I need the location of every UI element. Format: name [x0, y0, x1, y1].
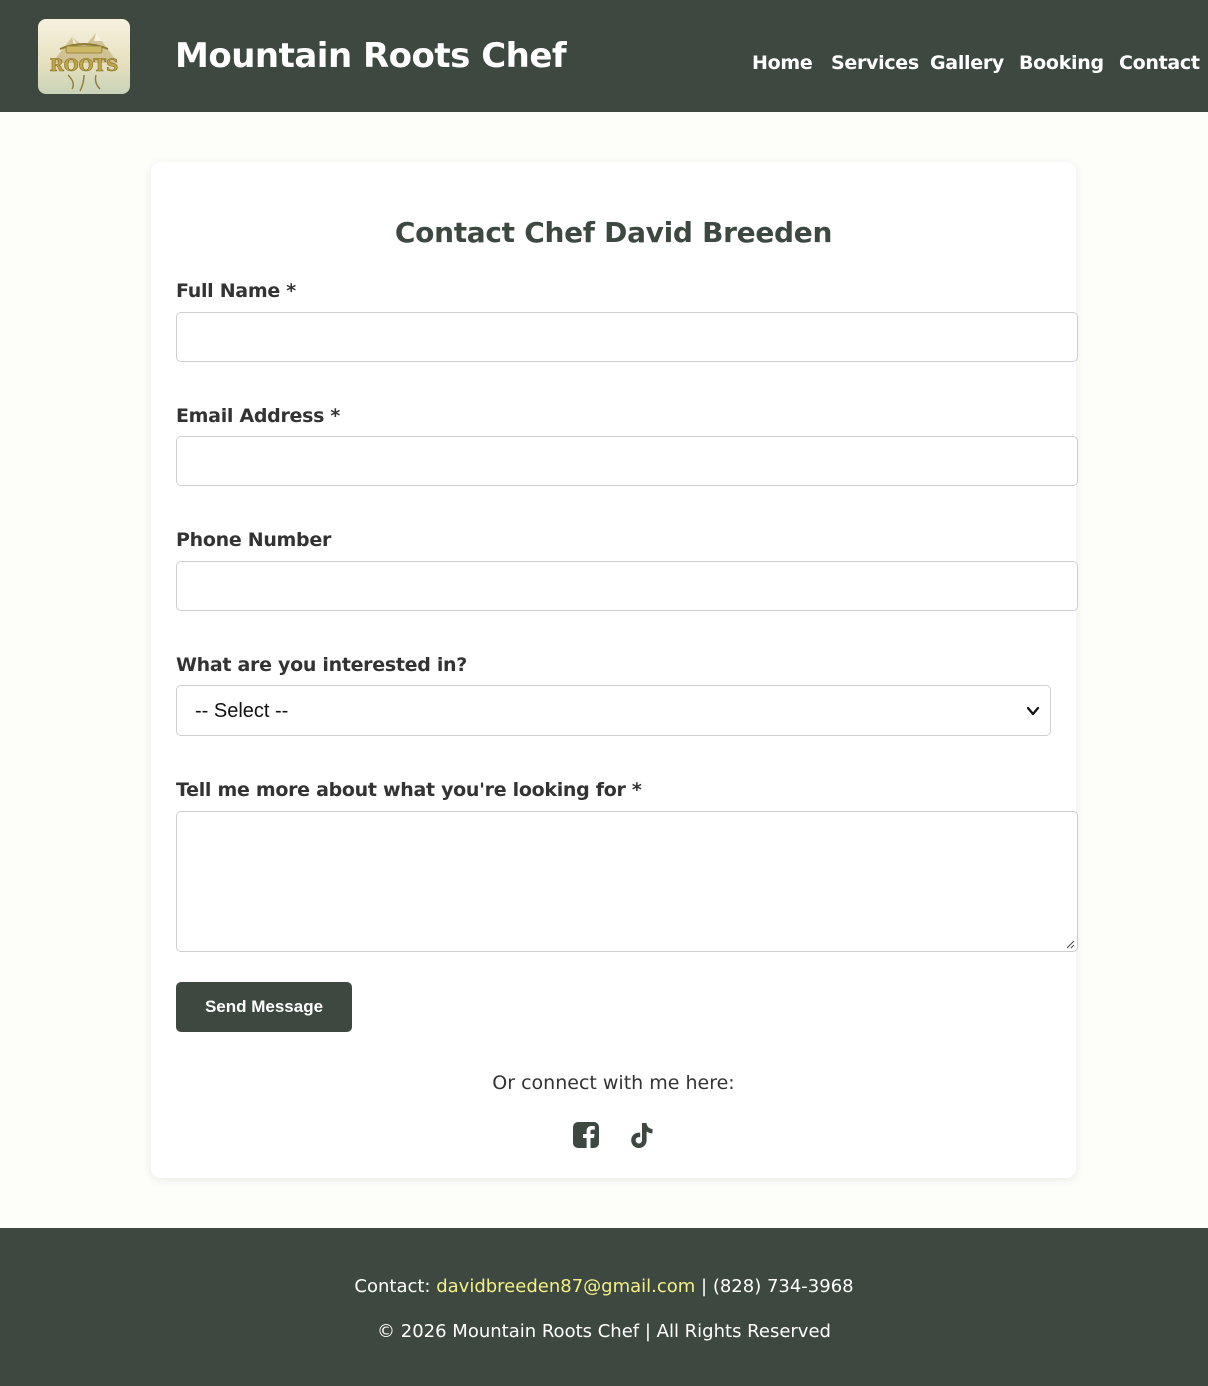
facebook-icon[interactable]	[572, 1120, 600, 1150]
contact-card: Contact Chef David Breeden Full Name * E…	[151, 162, 1078, 1178]
footer-copyright: © 2026 Mountain Roots Chef | All Rights …	[377, 1321, 831, 1342]
logo-text: ROOTS	[50, 56, 119, 76]
nav-gallery[interactable]: Gallery	[930, 52, 1004, 74]
connect-text: Or connect with me here:	[492, 1072, 735, 1094]
phone-label: Phone Number	[176, 529, 332, 551]
site-header: ROOTS Mountain Roots Chef Home Services …	[0, 0, 1208, 112]
email-input[interactable]	[176, 436, 1078, 486]
tiktok-icon[interactable]	[627, 1120, 655, 1150]
footer-email-link[interactable]: davidbreeden87@gmail.com	[436, 1276, 695, 1297]
full-name-input[interactable]	[176, 312, 1078, 362]
logo[interactable]: ROOTS	[38, 19, 130, 94]
interest-label: What are you interested in?	[176, 654, 467, 676]
message-textarea[interactable]	[176, 811, 1078, 952]
full-name-label: Full Name *	[176, 280, 296, 302]
footer-phone: | (828) 734-3968	[695, 1276, 854, 1297]
site-footer: Contact: davidbreeden87@gmail.com | (828…	[0, 1228, 1208, 1386]
resize-handle-icon[interactable]	[1065, 939, 1075, 949]
site-title[interactable]: Mountain Roots Chef	[175, 36, 567, 76]
chevron-down-icon	[1026, 706, 1040, 716]
message-label: Tell me more about what you're looking f…	[176, 779, 642, 801]
phone-input[interactable]	[176, 561, 1078, 611]
nav-booking[interactable]: Booking	[1019, 52, 1104, 74]
nav-services[interactable]: Services	[831, 52, 919, 74]
logo-image: ROOTS	[49, 33, 119, 92]
email-label: Email Address *	[176, 405, 341, 427]
send-message-button[interactable]: Send Message	[176, 982, 352, 1032]
nav-contact[interactable]: Contact	[1119, 52, 1200, 74]
nav-home[interactable]: Home	[752, 52, 813, 74]
interest-select[interactable]: -- Select --	[176, 685, 1051, 736]
page-title: Contact Chef David Breeden	[394, 216, 833, 249]
footer-contact: Contact: davidbreeden87@gmail.com | (828…	[0, 1276, 1208, 1297]
footer-contact-prefix: Contact:	[354, 1276, 437, 1297]
interest-selected-value: -- Select --	[195, 700, 289, 722]
